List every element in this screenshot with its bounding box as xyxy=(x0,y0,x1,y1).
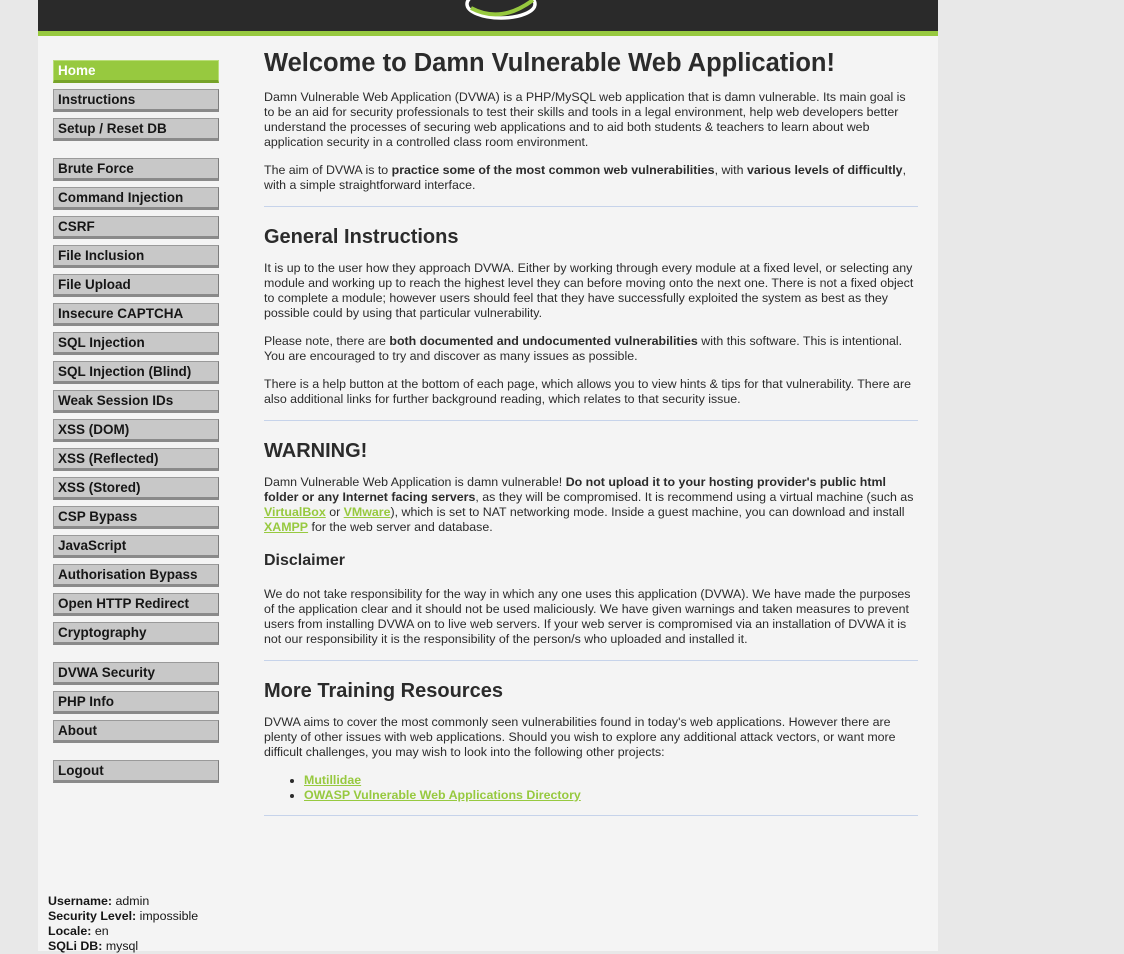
divider xyxy=(264,660,918,661)
dvwa-logo-icon xyxy=(465,0,537,20)
sidebar-item-sql-injection-blind[interactable]: SQL Injection (Blind) xyxy=(53,361,219,384)
sidebar-item-xss-reflected[interactable]: XSS (Reflected) xyxy=(53,448,219,471)
sidebar-item-logout[interactable]: Logout xyxy=(53,760,219,783)
menu-group-settings: DVWA Security PHP Info About xyxy=(53,662,223,743)
sidebar-item-brute-force[interactable]: Brute Force xyxy=(53,158,219,181)
sqli-db-row: SQLi DB: mysql xyxy=(48,939,139,953)
sidebar-item-php-info[interactable]: PHP Info xyxy=(53,691,219,714)
intro-paragraph: Damn Vulnerable Web Application (DVWA) i… xyxy=(264,90,906,149)
header-banner xyxy=(38,0,938,36)
page-title: Welcome to Damn Vulnerable Web Applicati… xyxy=(264,49,835,77)
mutillidae-link[interactable]: Mutillidae xyxy=(304,773,361,787)
general-instructions-p2: Please note, there are both documented a… xyxy=(264,334,903,363)
warning-paragraph: Damn Vulnerable Web Application is damn … xyxy=(264,475,914,534)
sidebar-item-csrf[interactable]: CSRF xyxy=(53,216,219,239)
disclaimer-heading: Disclaimer xyxy=(264,552,345,569)
general-instructions-heading: General Instructions xyxy=(264,226,459,248)
sidebar-item-command-injection[interactable]: Command Injection xyxy=(53,187,219,210)
xampp-link[interactable]: XAMPP xyxy=(264,520,308,534)
divider xyxy=(264,420,918,421)
user-info-panel: Username: admin Security Level: impossib… xyxy=(48,894,198,954)
virtualbox-link[interactable]: VirtualBox xyxy=(264,505,326,519)
menu-group-logout: Logout xyxy=(53,760,223,783)
aim-paragraph: The aim of DVWA is to practice some of t… xyxy=(264,163,907,192)
sidebar-item-xss-stored[interactable]: XSS (Stored) xyxy=(53,477,219,500)
sidebar-item-authorisation-bypass[interactable]: Authorisation Bypass xyxy=(53,564,219,587)
training-resources-heading: More Training Resources xyxy=(264,680,503,702)
main-content: Welcome to Damn Vulnerable Web Applicati… xyxy=(264,44,918,816)
menu-group-vulnerabilities: Brute Force Command Injection CSRF File Inc… xyxy=(53,158,223,645)
sidebar-item-csp-bypass[interactable]: CSP Bypass xyxy=(53,506,219,529)
username-row: Username: admin xyxy=(48,894,150,908)
sidebar-item-file-upload[interactable]: File Upload xyxy=(53,274,219,297)
sidebar-item-instructions[interactable]: Instructions xyxy=(53,89,219,112)
sidebar-item-home[interactable]: Home xyxy=(53,60,219,83)
security-level-row: Security Level: impossible xyxy=(48,909,199,923)
menu-group-main: Home Instructions Setup / Reset DB xyxy=(53,60,223,141)
general-instructions-p3: There is a help button at the bottom of … xyxy=(264,377,911,406)
divider xyxy=(264,206,918,207)
sidebar-item-open-http-redirect[interactable]: Open HTTP Redirect xyxy=(53,593,219,616)
list-item: Mutillidae xyxy=(304,773,918,788)
sidebar-item-cryptography[interactable]: Cryptography xyxy=(53,622,219,645)
sidebar-item-file-inclusion[interactable]: File Inclusion xyxy=(53,245,219,268)
training-links-list: Mutillidae OWASP Vulnerable Web Applicat… xyxy=(264,773,918,803)
owasp-directory-link[interactable]: OWASP Vulnerable Web Applications Direct… xyxy=(304,788,581,802)
vmware-link[interactable]: VMware xyxy=(344,505,391,519)
sidebar-item-javascript[interactable]: JavaScript xyxy=(53,535,219,558)
page-container: Home Instructions Setup / Reset DB Brute F… xyxy=(38,0,938,954)
sidebar-item-dvwa-security[interactable]: DVWA Security xyxy=(53,662,219,685)
sidebar-item-setup-reset-db[interactable]: Setup / Reset DB xyxy=(53,118,219,141)
sidebar-item-about[interactable]: About xyxy=(53,720,219,743)
disclaimer-paragraph: We do not take responsibility for the wa… xyxy=(264,587,911,646)
sidebar-item-insecure-captcha[interactable]: Insecure CAPTCHA xyxy=(53,303,219,326)
locale-row: Locale: en xyxy=(48,924,109,938)
sidebar-menu: Home Instructions Setup / Reset DB Brute F… xyxy=(53,60,223,800)
training-resources-paragraph: DVWA aims to cover the most commonly see… xyxy=(264,715,896,759)
sidebar-item-weak-session-ids[interactable]: Weak Session IDs xyxy=(53,390,219,413)
general-instructions-p1: It is up to the user how they approach D… xyxy=(264,261,914,320)
sidebar-item-xss-dom[interactable]: XSS (DOM) xyxy=(53,419,219,442)
divider xyxy=(264,815,918,816)
list-item: OWASP Vulnerable Web Applications Direct… xyxy=(304,788,918,803)
warning-heading: WARNING! xyxy=(264,440,368,462)
sidebar-item-sql-injection[interactable]: SQL Injection xyxy=(53,332,219,355)
